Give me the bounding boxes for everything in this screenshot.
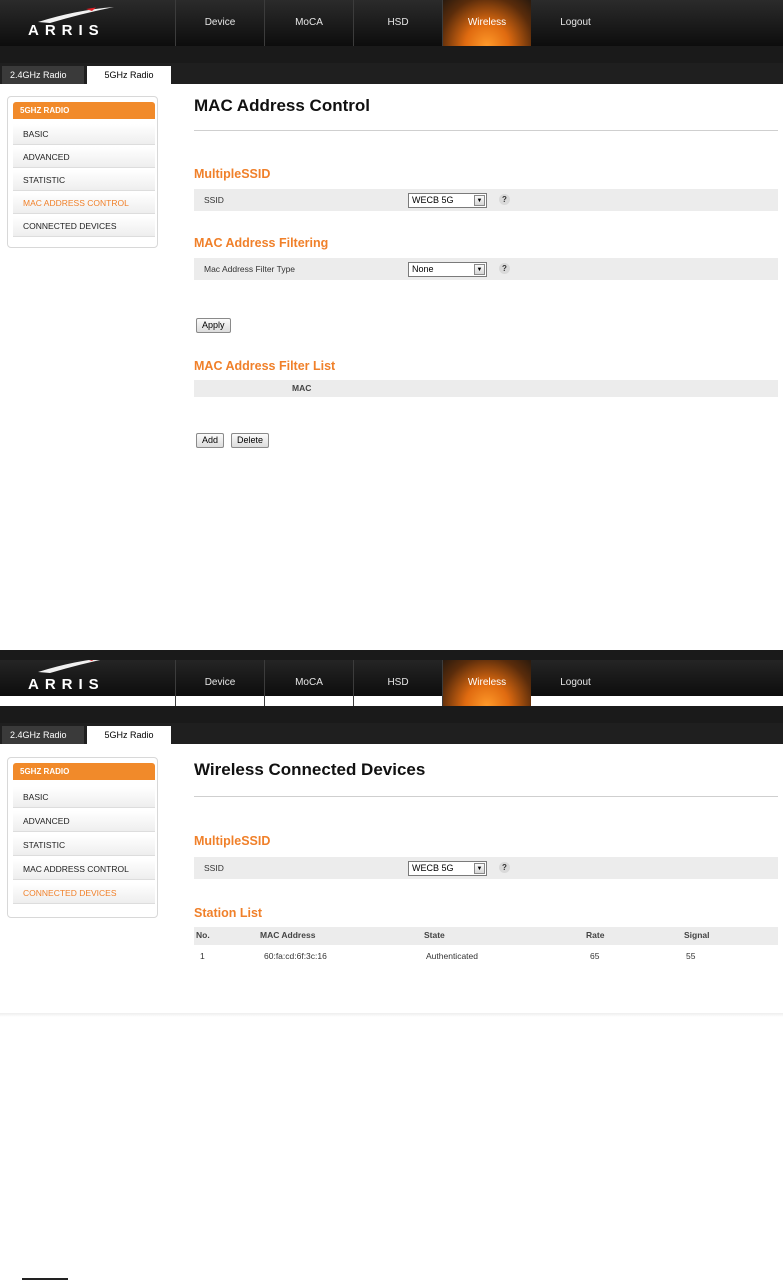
tab-2-4ghz-radio[interactable]: 2.4GHz Radio [2,66,84,84]
row-state: Authenticated [426,951,478,961]
main-nav: Device MoCA HSD Wireless Logout [175,660,620,706]
help-icon[interactable]: ? [499,862,510,873]
row-signal: 55 [686,951,696,961]
row-rate: 65 [590,951,600,961]
mac-address-control-screen: ARRIS Device MoCA HSD Wireless Logout 2.… [0,0,783,640]
sidebar-item-basic[interactable]: BASIC [13,124,155,145]
nav-device[interactable]: Device [175,0,264,46]
dropdown-arrow-icon[interactable]: ▼ [474,863,485,874]
ssid-select-value: WECB 5G [412,863,454,873]
arris-logo[interactable]: ARRIS [28,657,128,693]
col-mac-address: MAC Address [260,930,316,940]
sidebar-item-advanced[interactable]: ADVANCED [13,147,155,168]
filter-type-select[interactable]: None ▼ [408,262,487,277]
logo-text: ARRIS [28,676,105,693]
ssid-select[interactable]: WECB 5G ▼ [408,193,487,208]
footer-rule [22,1278,68,1280]
sidebar-item-statistic[interactable]: STATISTIC [13,170,155,191]
row-mac-address: 60:fa:cd:6f:3c:16 [264,951,327,961]
table-row: 1 60:fa:cd:6f:3c:16 Authenticated 65 55 [194,948,778,965]
col-state: State [424,930,445,940]
connected-devices-screen: ARRIS Device MoCA HSD Wireless Logout 2.… [0,650,783,1020]
mac-filter-list-header: MAC [194,380,778,397]
sidebar-item-statistic[interactable]: STATISTIC [13,835,155,856]
header-strip [0,46,783,63]
dropdown-arrow-icon[interactable]: ▼ [474,264,485,275]
page-title: Wireless Connected Devices [194,760,426,779]
help-icon[interactable]: ? [499,263,510,274]
dropdown-arrow-icon[interactable]: ▼ [474,195,485,206]
add-button[interactable]: Add [196,433,225,448]
radio-tabs: 2.4GHz Radio 5GHz Radio [0,63,783,84]
ssid-row: SSID WECB 5G ▼ ? [194,189,778,211]
tab-2-4ghz-radio[interactable]: 2.4GHz Radio [2,726,84,744]
station-list-title: Station List [194,906,263,920]
ssid-row: SSID WECB 5G ▼ ? [194,857,778,879]
mac-column-header: MAC [292,383,312,393]
apply-button[interactable]: Apply [196,318,231,333]
station-list-header: No. MAC Address State Rate Signal [194,927,778,945]
sidebar-item-mac-address-control[interactable]: MAC ADDRESS CONTROL [13,193,155,214]
title-divider [194,130,778,131]
ssid-select-value: WECB 5G [412,195,454,205]
sidebar: 5GHZ RADIO BASIC ADVANCED STATISTIC MAC … [7,96,158,248]
mac-filtering-title: MAC Address Filtering [194,236,329,250]
page-bottom-edge [0,1013,783,1017]
multiple-ssid-title: MultipleSSID [194,834,271,848]
main-nav: Device MoCA HSD Wireless Logout [175,0,620,46]
tab-5ghz-radio[interactable]: 5GHz Radio [87,66,171,84]
ssid-select[interactable]: WECB 5G ▼ [408,861,487,876]
sidebar-item-connected-devices[interactable]: CONNECTED DEVICES [13,216,155,237]
arris-logo[interactable]: ARRIS [28,7,128,40]
mac-filter-list-title: MAC Address Filter List [194,359,336,373]
nav-moca[interactable]: MoCA [264,660,353,706]
filter-type-label: Mac Address Filter Type [204,264,296,274]
nav-wireless[interactable]: Wireless [442,0,531,46]
tab-5ghz-radio[interactable]: 5GHz Radio [87,726,171,744]
col-signal: Signal [684,930,710,940]
multiple-ssid-title: MultipleSSID [194,167,271,181]
sidebar-header: 5GHZ RADIO [13,102,155,119]
filter-type-value: None [412,264,434,274]
nav-device[interactable]: Device [175,660,264,706]
ssid-label: SSID [204,863,224,873]
ssid-label: SSID [204,195,224,205]
nav-logout[interactable]: Logout [531,660,620,706]
col-rate: Rate [586,930,605,940]
nav-hsd[interactable]: HSD [353,660,442,706]
top-header: ARRIS Device MoCA HSD Wireless Logout [0,0,783,46]
title-divider [194,796,778,797]
col-no: No. [196,930,210,940]
sidebar-item-advanced[interactable]: ADVANCED [13,811,155,832]
filter-type-row: Mac Address Filter Type None ▼ ? [194,258,778,280]
delete-button[interactable]: Delete [231,433,270,448]
radio-tabs: 2.4GHz Radio 5GHz Radio [0,723,783,744]
sidebar-item-basic[interactable]: BASIC [13,787,155,808]
help-icon[interactable]: ? [499,194,510,205]
logo-text: ARRIS [28,22,105,39]
header-top-band [0,650,783,660]
sidebar: 5GHZ RADIO BASIC ADVANCED STATISTIC MAC … [7,757,158,918]
nav-wireless[interactable]: Wireless [442,660,531,706]
row-no: 1 [200,951,205,961]
sidebar-header: 5GHZ RADIO [13,763,155,780]
sidebar-item-connected-devices[interactable]: CONNECTED DEVICES [13,883,155,904]
nav-logout[interactable]: Logout [531,0,620,46]
nav-hsd[interactable]: HSD [353,0,442,46]
header-strip [0,706,783,723]
page-title: MAC Address Control [194,96,370,115]
nav-moca[interactable]: MoCA [264,0,353,46]
sidebar-item-mac-address-control[interactable]: MAC ADDRESS CONTROL [13,859,155,880]
